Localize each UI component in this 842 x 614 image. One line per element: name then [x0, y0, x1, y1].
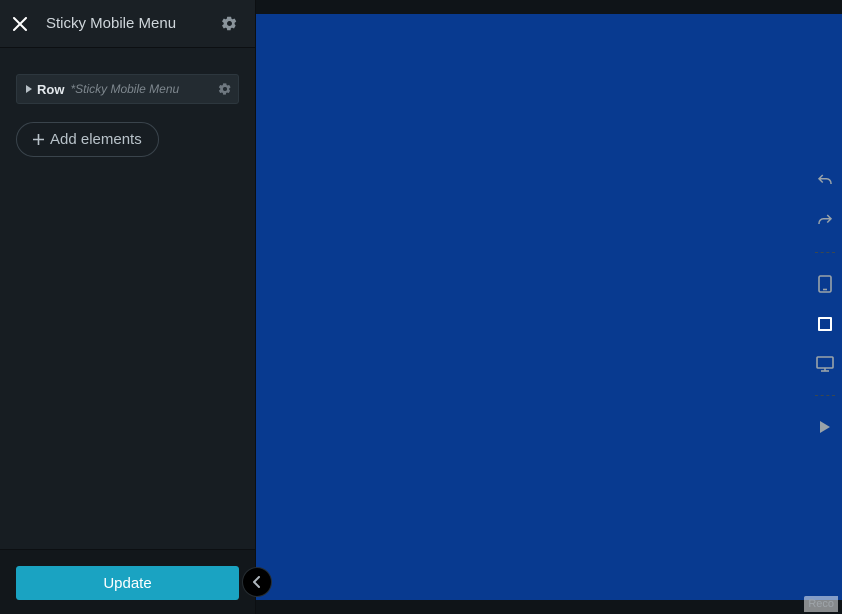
- watermark-badge: Reco: [804, 596, 838, 612]
- redo-button[interactable]: [814, 210, 836, 232]
- sidebar-header: Sticky Mobile Menu: [0, 0, 255, 48]
- panel-title: Sticky Mobile Menu: [40, 15, 213, 32]
- add-elements-button[interactable]: Add elements: [16, 122, 159, 157]
- mobile-view-button[interactable]: [814, 273, 836, 295]
- sidebar-body: Row *Sticky Mobile Menu Add elements: [0, 48, 255, 549]
- play-button[interactable]: [814, 416, 836, 438]
- collapse-sidebar-button[interactable]: [243, 568, 271, 596]
- preview-canvas[interactable]: [256, 14, 842, 600]
- gear-icon: [218, 82, 232, 96]
- tree-row-sublabel: *Sticky Mobile Menu: [70, 82, 218, 96]
- undo-icon: [816, 172, 834, 190]
- chevron-left-icon: [252, 576, 262, 588]
- sidebar-footer: Update: [0, 549, 255, 614]
- close-button[interactable]: [0, 0, 40, 48]
- toolbar-divider: [815, 395, 835, 396]
- add-elements-label: Add elements: [50, 131, 142, 148]
- plus-icon: [33, 134, 44, 145]
- gear-icon: [221, 15, 238, 32]
- play-icon: [819, 420, 831, 434]
- sidebar: Sticky Mobile Menu Row *Sticky Mobile Me…: [0, 0, 256, 614]
- desktop-view-button[interactable]: [814, 353, 836, 375]
- tree-row-item[interactable]: Row *Sticky Mobile Menu: [16, 74, 239, 104]
- canvas-area: Reco: [256, 0, 842, 614]
- mobile-icon: [818, 275, 832, 293]
- redo-icon: [816, 212, 834, 230]
- undo-button[interactable]: [814, 170, 836, 192]
- tablet-icon: [817, 316, 833, 332]
- update-button[interactable]: Update: [16, 566, 239, 600]
- toolbar-divider: [815, 252, 835, 253]
- desktop-icon: [816, 356, 834, 372]
- panel-settings-button[interactable]: [213, 8, 245, 40]
- caret-right-icon: [25, 85, 33, 93]
- close-icon: [13, 17, 27, 31]
- tree-row-settings-button[interactable]: [218, 82, 232, 96]
- right-toolbar: [814, 170, 836, 438]
- tree-row-label: Row: [37, 82, 64, 97]
- tablet-view-button[interactable]: [814, 313, 836, 335]
